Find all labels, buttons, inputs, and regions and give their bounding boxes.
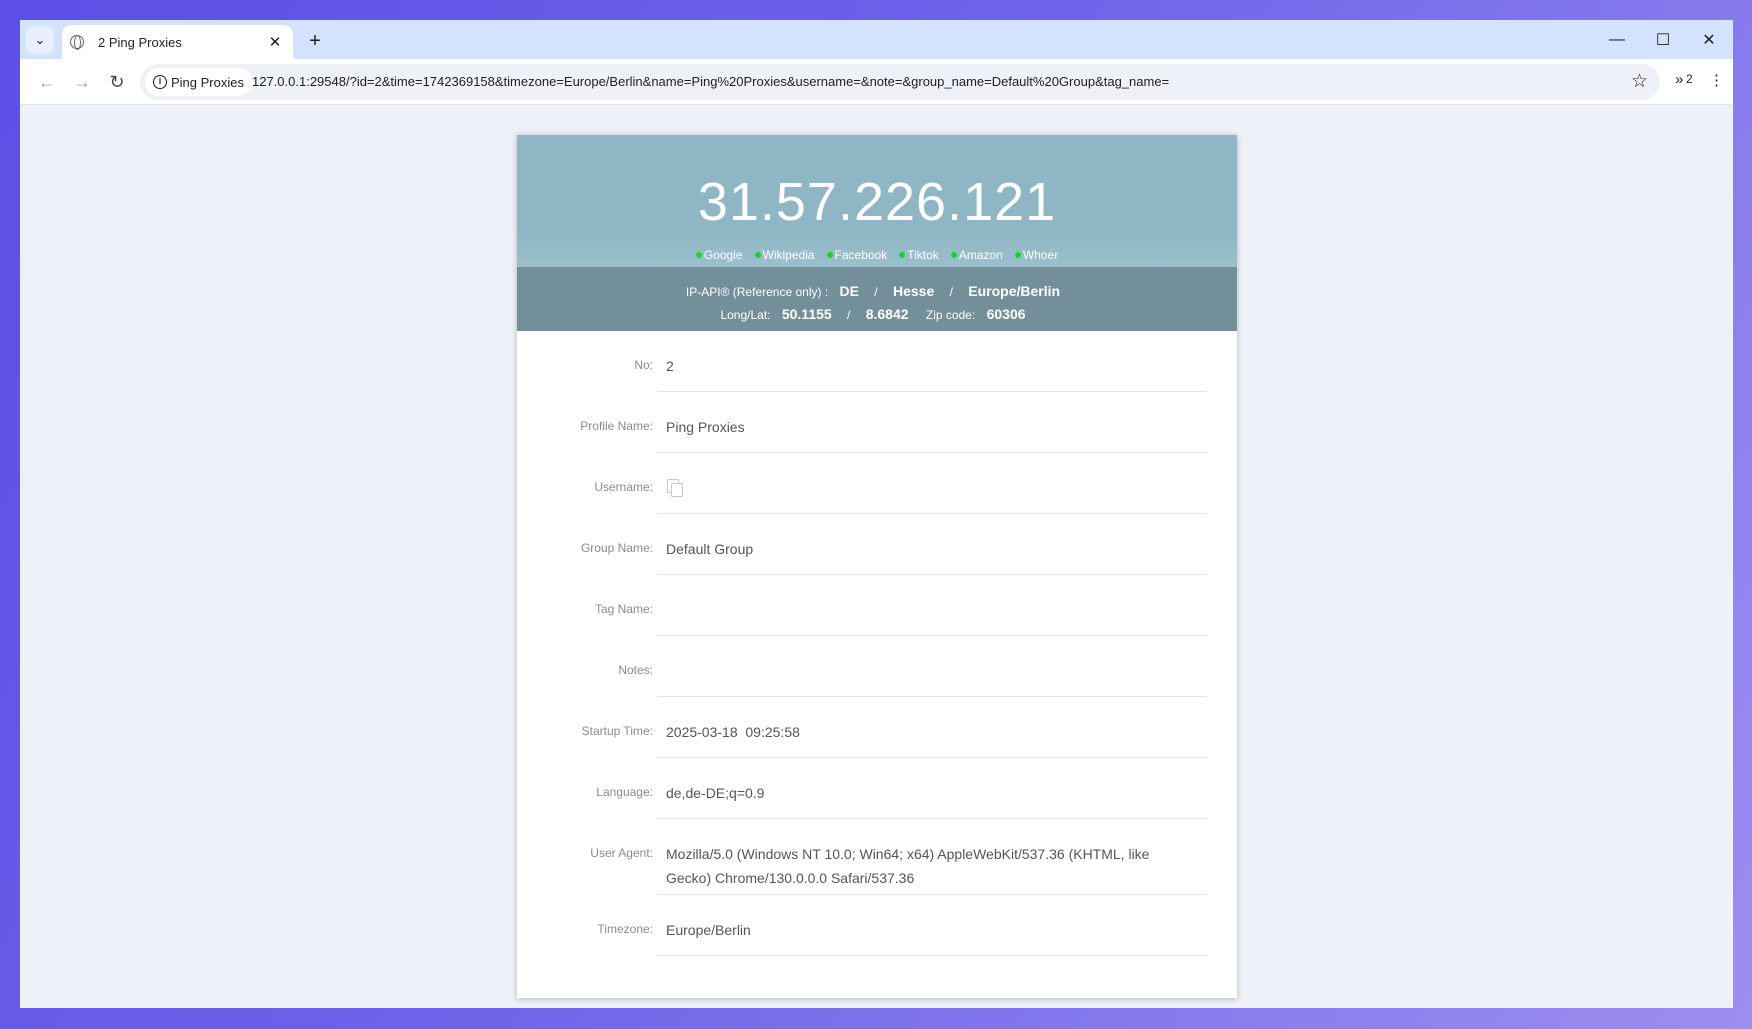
status-dot-icon bbox=[754, 252, 761, 258]
tab-strip: ⌄ 2 Ping Proxies ✕ + — ☐ ✕ bbox=[20, 20, 1733, 59]
field-label: Notes: bbox=[618, 663, 653, 677]
zip-label: Zip code: bbox=[925, 308, 976, 322]
profile-card: 31.57.226.121 Google Wikipedia Facebook … bbox=[517, 135, 1237, 998]
link-wikipedia[interactable]: Wikipedia bbox=[754, 248, 815, 262]
field-label: Username: bbox=[594, 480, 653, 494]
address-bar[interactable]: i Ping Proxies 127.0.0.1:29548/?id=2&tim… bbox=[140, 64, 1660, 100]
field-row-tag-name: Tag Name: bbox=[517, 575, 1237, 636]
longitude-value: 8.6842 bbox=[865, 306, 909, 322]
geo-timezone: Europe/Berlin bbox=[968, 283, 1061, 299]
page-content: 31.57.226.121 Google Wikipedia Facebook … bbox=[20, 105, 1733, 1008]
url-text[interactable]: 127.0.0.1:29548/?id=2&time=1742369158&ti… bbox=[252, 74, 1169, 89]
geo-country: DE bbox=[839, 283, 859, 299]
forward-button[interactable]: → bbox=[67, 67, 97, 97]
field-row-username: Username: bbox=[517, 453, 1237, 514]
field-value-timezone: Europe/Berlin bbox=[666, 922, 751, 938]
browser-window: ⌄ 2 Ping Proxies ✕ + — ☐ ✕ ← → ↻ i Ping … bbox=[20, 20, 1733, 1008]
ip-address: 31.57.226.121 bbox=[697, 172, 1057, 232]
extensions-count: 2 bbox=[1686, 72, 1693, 86]
menu-icon[interactable]: ⋮ bbox=[1709, 71, 1724, 89]
copy-icon[interactable] bbox=[667, 479, 683, 497]
longlat-label: Long/Lat: bbox=[720, 308, 771, 322]
maximize-button[interactable]: ☐ bbox=[1640, 20, 1686, 59]
field-value-startup-time: 2025-03-18 09:25:58 bbox=[666, 724, 800, 740]
field-label: Group Name: bbox=[580, 541, 653, 555]
minimize-button[interactable]: — bbox=[1594, 20, 1640, 59]
link-amazon[interactable]: Amazon bbox=[950, 248, 1003, 262]
tab-title: 2 Ping Proxies bbox=[98, 34, 182, 50]
chevron-down-icon: ⌄ bbox=[34, 32, 46, 47]
profile-fields: No: 2 Profile Name: Ping Proxies Usernam… bbox=[517, 331, 1237, 956]
latitude-value: 50.1155 bbox=[781, 306, 832, 322]
geo-region: Hesse bbox=[892, 283, 935, 299]
field-value-profile-name: Ping Proxies bbox=[666, 419, 745, 435]
site-links: Google Wikipedia Facebook Tiktok Amazon … bbox=[517, 248, 1237, 262]
status-dot-icon bbox=[695, 252, 702, 258]
field-value-group-name: Default Group bbox=[666, 541, 754, 557]
divider bbox=[657, 955, 1207, 956]
field-value-no: 2 bbox=[666, 358, 674, 374]
tab-search-button[interactable]: ⌄ bbox=[26, 26, 54, 54]
geo-location-row: IP-API® (Reference only) : DE / Hesse / … bbox=[685, 283, 1061, 299]
link-tiktok[interactable]: Tiktok bbox=[899, 248, 939, 262]
ip-header: 31.57.226.121 Google Wikipedia Facebook … bbox=[517, 135, 1237, 267]
field-value-user-agent: Mozilla/5.0 (Windows NT 10.0; Win64; x64… bbox=[666, 846, 1150, 886]
field-row-user-agent: User Agent: Mozilla/5.0 (Windows NT 10.0… bbox=[517, 819, 1237, 895]
extensions-icon[interactable]: » bbox=[1675, 71, 1683, 88]
field-row-no: No: 2 bbox=[517, 331, 1237, 392]
link-whoer[interactable]: Whoer bbox=[1014, 248, 1058, 262]
field-row-timezone: Timezone: Europe/Berlin bbox=[517, 895, 1237, 956]
field-row-notes: Notes: bbox=[517, 636, 1237, 697]
reload-button[interactable]: ↻ bbox=[102, 67, 132, 97]
site-info-chip[interactable]: i Ping Proxies bbox=[145, 68, 253, 96]
field-label: No: bbox=[634, 358, 653, 372]
field-label: Language: bbox=[596, 785, 653, 799]
field-label: Tag Name: bbox=[594, 602, 653, 616]
field-label: Profile Name: bbox=[580, 419, 653, 433]
link-google[interactable]: Google bbox=[695, 248, 743, 262]
status-dot-icon bbox=[899, 252, 906, 258]
field-row-startup-time: Startup Time: 2025-03-18 09:25:58 bbox=[517, 697, 1237, 758]
status-dot-icon bbox=[1014, 252, 1021, 258]
geo-coordinates-row: Long/Lat: 50.1155 / 8.6842 Zip code: 603… bbox=[720, 306, 1026, 322]
field-label: User Agent: bbox=[590, 846, 653, 860]
zip-value: 60306 bbox=[986, 306, 1026, 322]
status-dot-icon bbox=[950, 252, 957, 258]
browser-toolbar: ← → ↻ i Ping Proxies 127.0.0.1:29548/?id… bbox=[20, 59, 1733, 105]
field-value-language: de,de-DE;q=0.9 bbox=[666, 785, 765, 801]
field-label: Timezone: bbox=[597, 922, 653, 936]
field-row-language: Language: de,de-DE;q=0.9 bbox=[517, 758, 1237, 819]
bookmark-star-icon[interactable]: ☆ bbox=[1631, 70, 1648, 93]
link-facebook[interactable]: Facebook bbox=[826, 248, 887, 262]
globe-icon bbox=[70, 35, 84, 50]
info-icon: i bbox=[153, 75, 167, 89]
new-tab-button[interactable]: + bbox=[302, 28, 328, 54]
site-chip-label: Ping Proxies bbox=[171, 74, 244, 90]
field-row-group-name: Group Name: Default Group bbox=[517, 514, 1237, 575]
field-label: Startup Time: bbox=[581, 724, 653, 738]
tab-active[interactable]: 2 Ping Proxies ✕ bbox=[62, 25, 293, 59]
close-icon[interactable]: ✕ bbox=[267, 33, 283, 51]
back-button[interactable]: ← bbox=[32, 67, 62, 97]
geo-info-bar: IP-API® (Reference only) : DE / Hesse / … bbox=[517, 267, 1237, 331]
geo-source-label: IP-API® (Reference only) : bbox=[685, 285, 829, 299]
close-window-button[interactable]: ✕ bbox=[1686, 20, 1732, 59]
field-row-profile-name: Profile Name: Ping Proxies bbox=[517, 392, 1237, 453]
status-dot-icon bbox=[826, 252, 833, 258]
